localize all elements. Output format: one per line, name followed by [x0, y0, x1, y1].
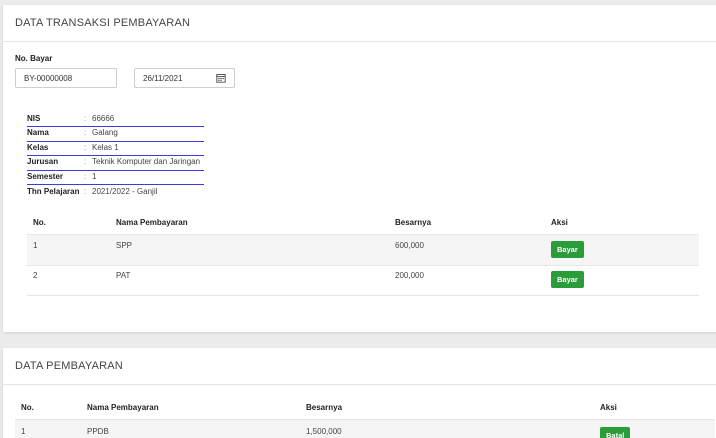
cell-besarnya: 1,500,000 [306, 427, 342, 436]
info-key: Kelas [27, 143, 49, 152]
col-header-besarnya: Besarnya [306, 403, 343, 412]
transaksi-card: DATA TRANSAKSI PEMBAYARAN No. Bayar NIS … [3, 5, 716, 332]
cell-no: 2 [33, 271, 38, 280]
col-header-nama: Nama Pembayaran [116, 218, 188, 227]
cell-besarnya: 200,000 [395, 271, 424, 280]
info-key: Thn Pelajaran [27, 187, 80, 196]
info-divider [27, 141, 204, 142]
no-bayar-input[interactable] [15, 68, 117, 88]
cell-no: 1 [21, 427, 26, 436]
batal-button[interactable]: Batal [600, 427, 631, 438]
title-divider [3, 384, 716, 385]
info-divider [27, 155, 204, 156]
info-divider [27, 126, 204, 127]
cell-nama: SPP [116, 241, 133, 250]
info-value: 1 [92, 172, 97, 181]
info-sep: : [84, 187, 87, 196]
info-key: NIS [27, 114, 41, 123]
info-sep: : [84, 143, 87, 152]
col-header-nama: Nama Pembayaran [87, 403, 159, 412]
info-value: 66666 [92, 114, 115, 123]
info-value: Galang [92, 128, 118, 137]
info-key: Jurusan [27, 157, 59, 166]
bayar-button[interactable]: Bayar [551, 241, 584, 258]
info-key: Semester [27, 172, 64, 181]
cell-nama: PAT [116, 271, 131, 280]
row-divider [27, 265, 699, 266]
info-sep: : [84, 114, 87, 123]
date-picker[interactable] [134, 68, 235, 88]
transaksi-title: DATA TRANSAKSI PEMBAYARAN [15, 17, 191, 29]
pembayaran-card: DATA PEMBAYARAN No. Nama Pembayaran Besa… [3, 348, 716, 438]
cell-besarnya: 600,000 [395, 241, 424, 250]
date-input[interactable] [135, 69, 213, 87]
info-key: Nama [27, 128, 49, 137]
info-sep: : [84, 157, 87, 166]
info-sep: : [84, 172, 87, 181]
info-value: Kelas 1 [92, 143, 119, 152]
title-divider [3, 41, 716, 42]
pembayaran-title: DATA PEMBAYARAN [15, 360, 123, 372]
info-divider [27, 184, 204, 185]
cell-no: 1 [33, 241, 38, 250]
info-value: 2021/2022 - Ganjil [92, 187, 158, 196]
info-divider [27, 170, 204, 171]
no-bayar-label: No. Bayar [15, 54, 53, 63]
col-header-no: No. [21, 403, 34, 412]
cell-nama: PPDB [87, 427, 109, 436]
row-divider [27, 295, 699, 296]
bayar-button[interactable]: Bayar [551, 271, 584, 288]
info-value: Teknik Komputer dan Jaringan [92, 157, 201, 166]
col-header-besarnya: Besarnya [395, 218, 432, 227]
calendar-icon[interactable] [216, 73, 226, 83]
table-row [27, 235, 699, 265]
col-header-aksi: Aksi [600, 403, 617, 412]
col-header-no: No. [33, 218, 46, 227]
col-header-aksi: Aksi [551, 218, 568, 227]
info-sep: : [84, 128, 87, 137]
